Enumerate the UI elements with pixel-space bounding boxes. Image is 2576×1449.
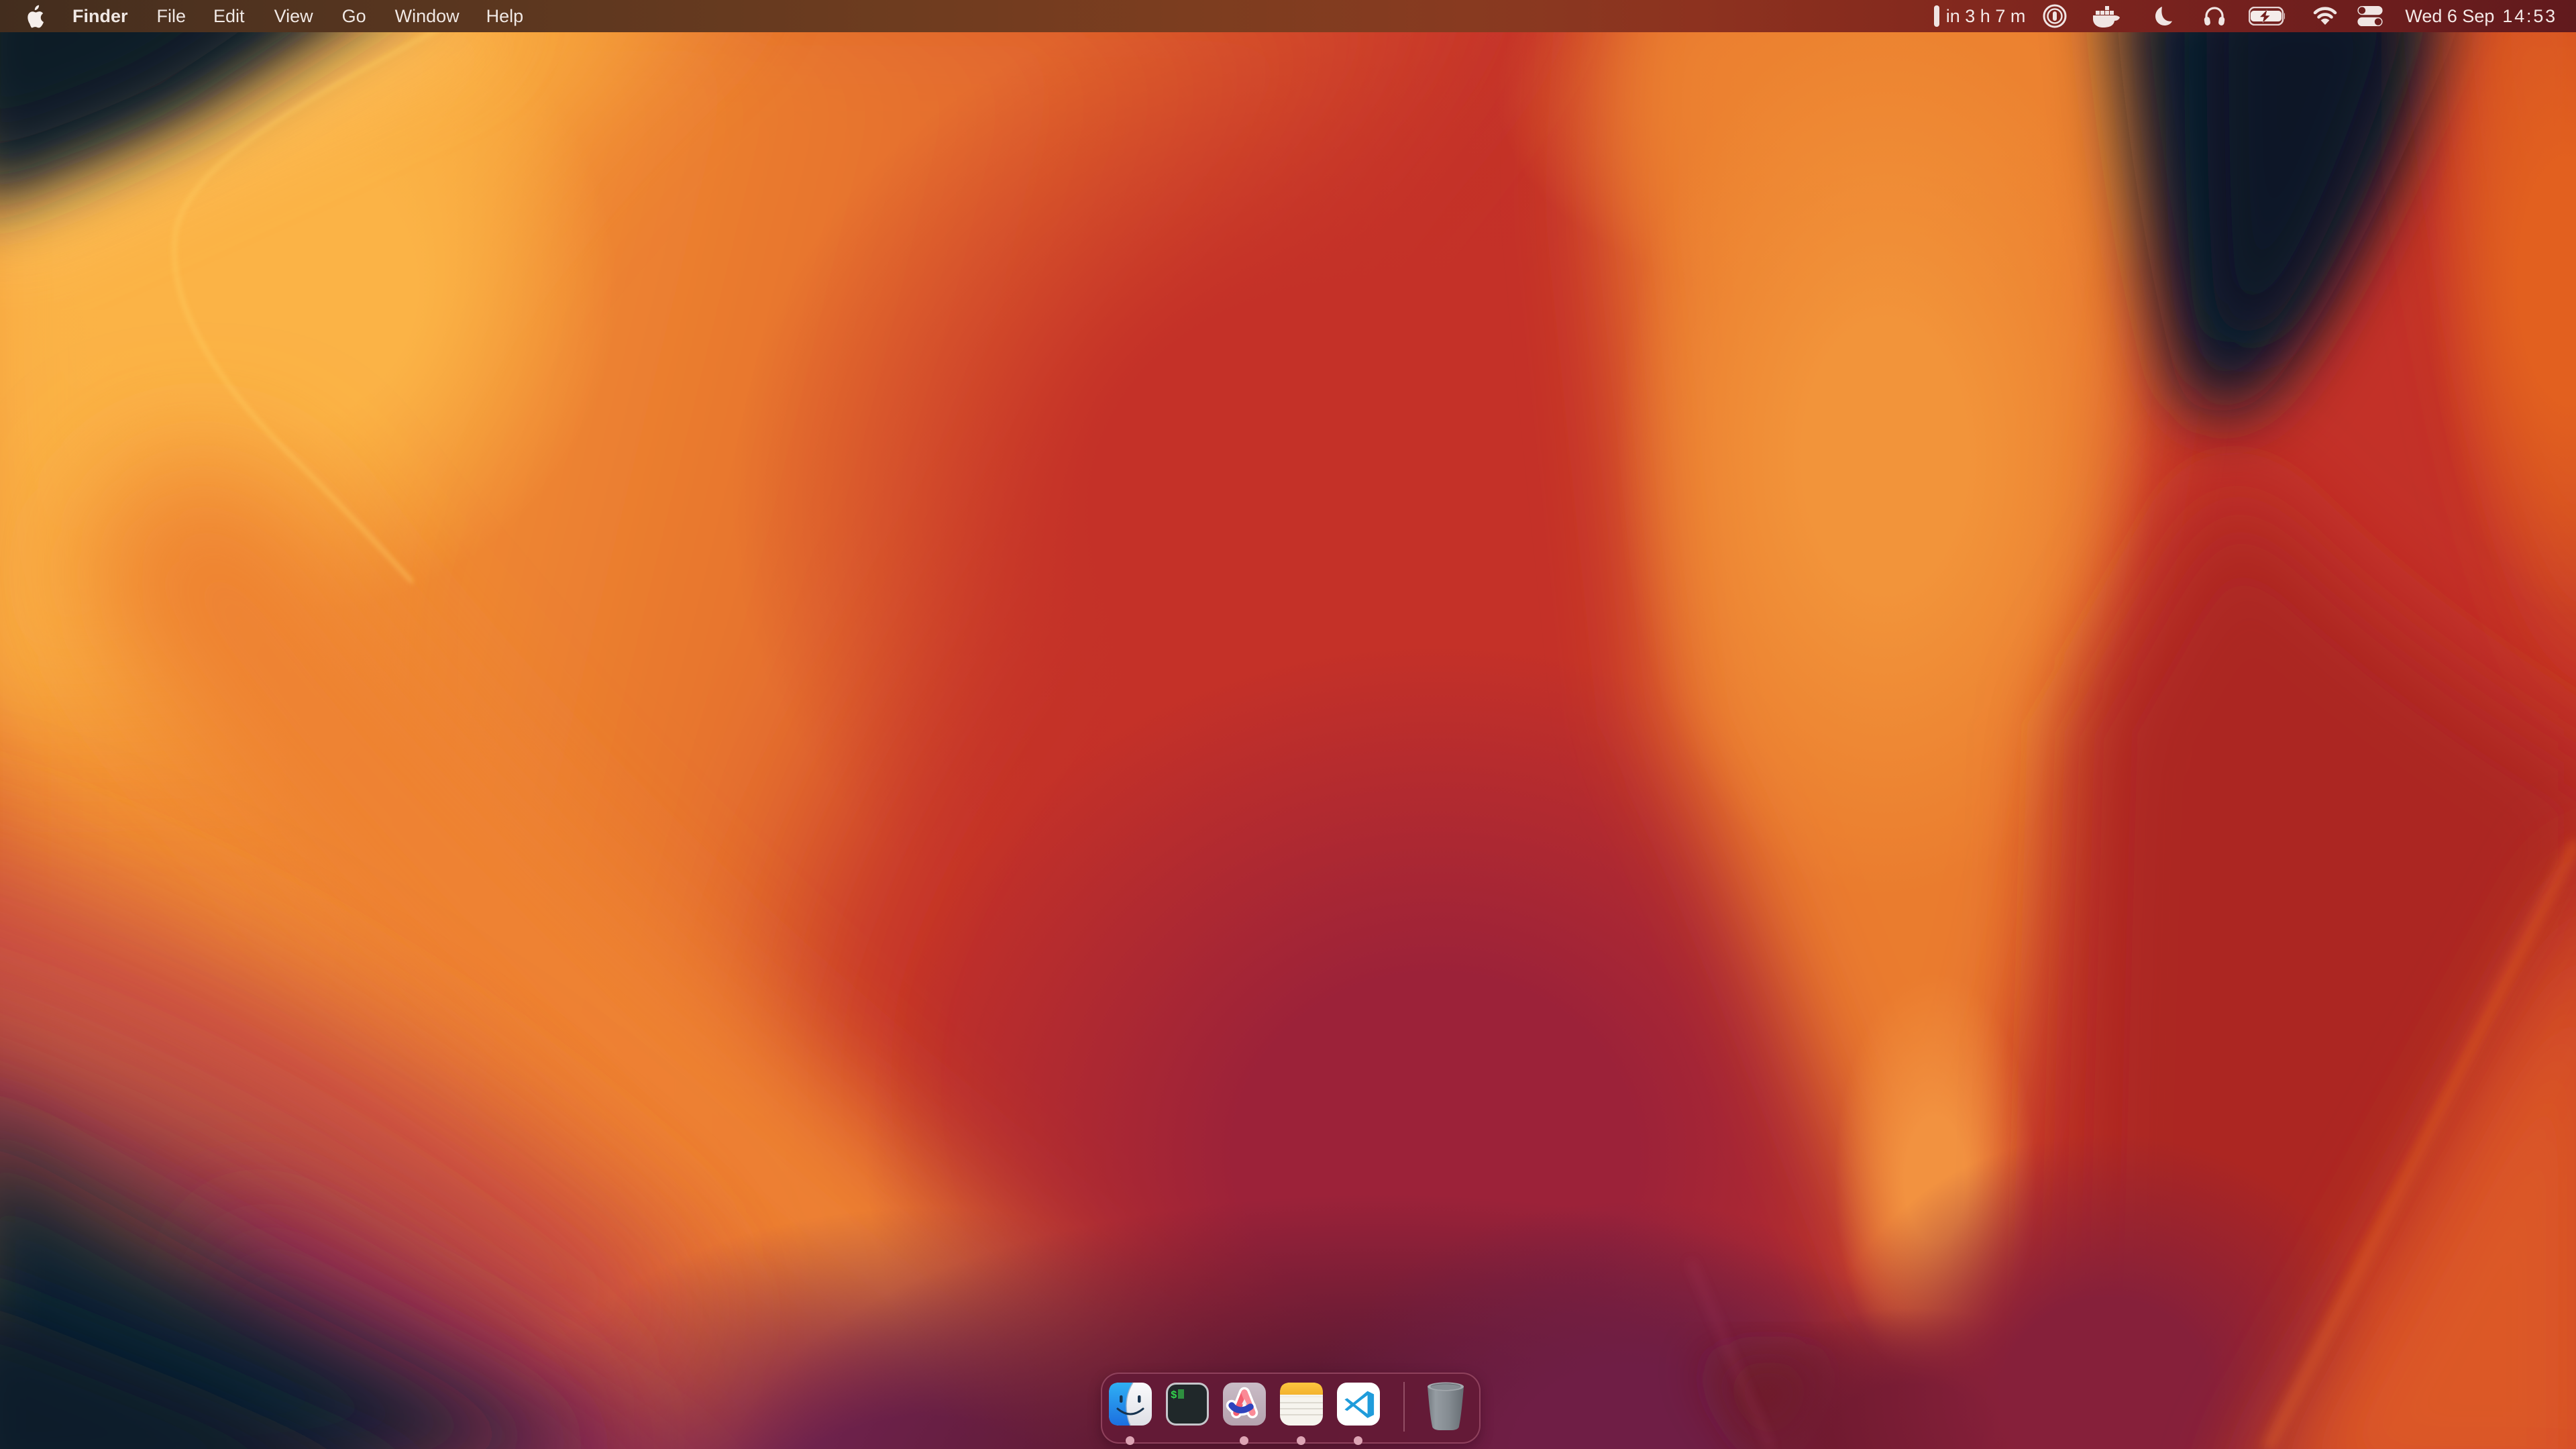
svg-text:$: $ bbox=[1171, 1389, 1177, 1401]
